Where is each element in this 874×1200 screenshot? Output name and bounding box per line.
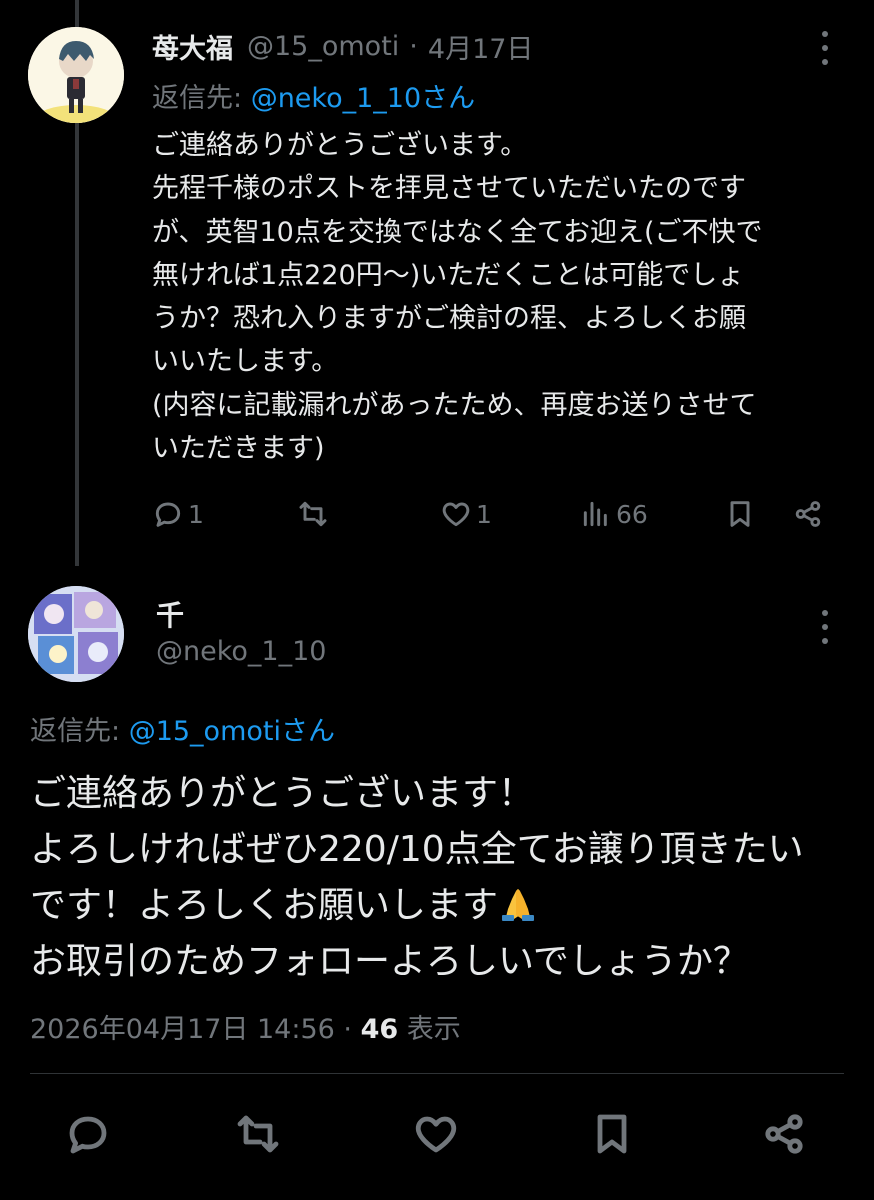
like-count: 1: [476, 499, 492, 529]
separator-dot: ·: [409, 30, 418, 62]
repost-icon: [237, 1115, 279, 1153]
view-label: 表示: [406, 1014, 461, 1045]
display-name[interactable]: 苺大福: [152, 27, 233, 66]
reply-to-line: 返信先: @15_omotiさん: [30, 709, 335, 748]
more-icon[interactable]: [820, 610, 830, 644]
reply-icon: [69, 1116, 107, 1154]
repost-icon: [299, 501, 327, 527]
share-button[interactable]: [760, 1108, 808, 1160]
reply-icon: [155, 502, 181, 527]
more-icon[interactable]: [820, 31, 830, 65]
share-icon: [765, 1114, 803, 1154]
bookmark-icon: [730, 501, 750, 527]
display-name[interactable]: 千: [156, 594, 184, 634]
repost-button[interactable]: [297, 492, 333, 536]
tweet-text-line: ご連絡ありがとうございます。: [152, 130, 528, 161]
share-button[interactable]: [792, 492, 824, 536]
tweet-text-line-with-emoji: です！よろしくお願いします: [30, 878, 860, 934]
bookmark-button[interactable]: [724, 492, 756, 536]
tweet-date[interactable]: 4月17日: [428, 27, 534, 66]
avatar[interactable]: [28, 27, 124, 123]
user-handle[interactable]: @15_omoti: [247, 31, 399, 62]
like-icon: [415, 1116, 457, 1153]
tweet-text-line: 先程千様のポストを拝見させていただいたのです: [152, 173, 746, 205]
folded-hands-emoji: [502, 889, 535, 921]
views-button[interactable]: 66: [580, 492, 648, 536]
tweet-text-line: 無ければ1点220円〜)いただくことは可能でしょ: [152, 259, 745, 291]
tweet-text-line: ご連絡ありがとうございます！: [30, 773, 535, 814]
tweet-text-line: いただきます): [152, 433, 325, 465]
views-icon: [583, 501, 607, 527]
tweet-timestamp[interactable]: 2026年04月17日 14:56: [30, 1014, 335, 1045]
reply-to-label: 返信先:: [152, 83, 251, 114]
tweet-text-line: お取引のためフォローよろしいでしょうか？: [30, 941, 749, 982]
tweet-text-line: が、英智10点を交換ではなく全てお迎え(ご不快で: [152, 216, 763, 248]
bookmark-button[interactable]: [588, 1108, 636, 1160]
like-button[interactable]: 1: [440, 492, 492, 536]
view-count: 66: [616, 499, 648, 529]
reply-button[interactable]: 1: [152, 492, 204, 536]
user-handle[interactable]: @neko_1_10: [156, 636, 326, 667]
bookmark-icon: [597, 1114, 627, 1154]
reply-to-mention-link[interactable]: @neko_1_10さん: [251, 83, 475, 114]
tweet-metadata: 2026年04月17日 14:56 · 46 表示: [30, 1007, 461, 1046]
separator-dot: ·: [343, 1014, 353, 1045]
reply-to-mention-link[interactable]: @15_omotiさん: [129, 716, 335, 747]
reply-to-label: 返信先:: [30, 716, 129, 747]
parent-tweet-header: 苺大福 @15_omoti · 4月17日: [152, 27, 534, 66]
reply-button[interactable]: [64, 1108, 112, 1160]
divider: [30, 1073, 844, 1074]
tweet-action-bar: 1 1 66: [152, 492, 832, 536]
tweet-text-line: いいたします。: [152, 346, 339, 378]
reply-to-line: 返信先: @neko_1_10さん: [152, 76, 475, 115]
like-button[interactable]: [412, 1108, 460, 1160]
tweet-text: ご連絡ありがとうございます！ よろしければぜひ220/10点全てお譲り頂きたい …: [30, 766, 860, 990]
tweet-text-line: (内容に記載漏れがあったため、再度お送りさせて: [152, 389, 757, 421]
like-icon: [442, 502, 470, 527]
view-count: 46: [360, 1014, 399, 1045]
tweet-action-bar: [30, 1108, 844, 1160]
tweet-text: ご連絡ありがとうございます。 先程千様のポストを拝見させていただいたのです が、…: [152, 124, 852, 470]
tweet-text-line: よろしければぜひ220/10点全てお譲り頂きたい: [30, 829, 804, 870]
share-icon: [795, 501, 821, 527]
tweet-text-line: うか？恐れ入りますがご検討の程、よろしくお願: [152, 303, 746, 335]
tweet-text-segment: です！よろしくお願いします: [30, 885, 499, 926]
reply-count: 1: [188, 499, 204, 529]
repost-button[interactable]: [234, 1108, 282, 1160]
avatar[interactable]: [28, 586, 124, 682]
